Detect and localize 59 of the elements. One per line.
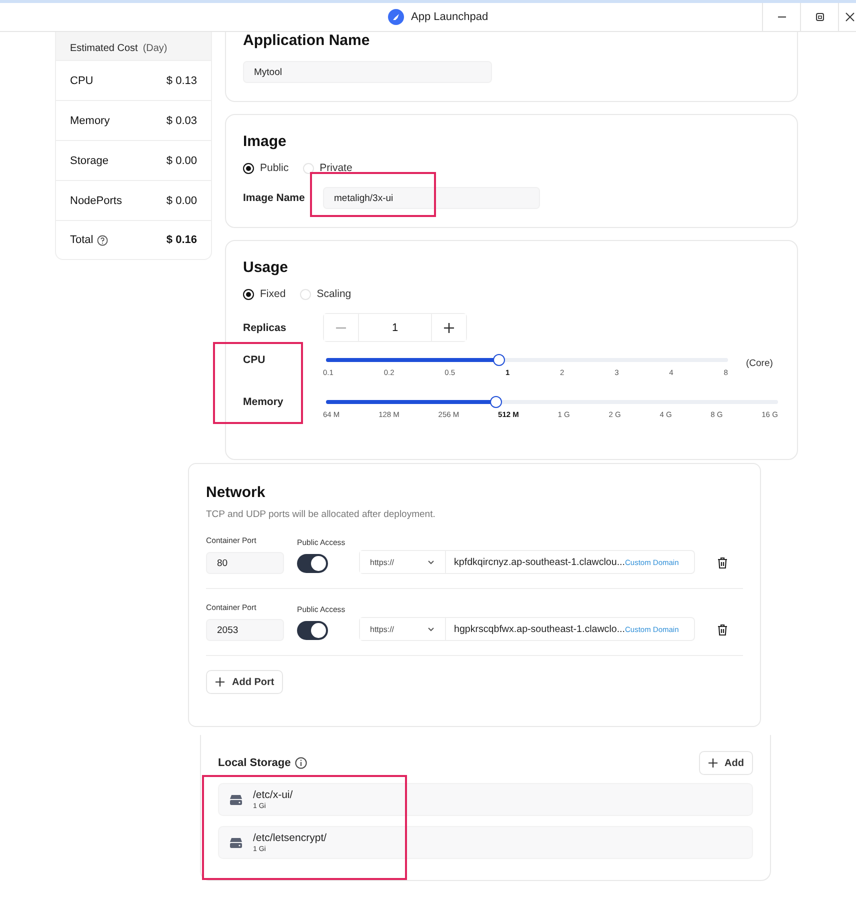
- cost-title: Estimated Cost: [70, 43, 138, 54]
- rocket-logo-icon: [388, 9, 404, 25]
- radio-option[interactable]: Scaling: [300, 288, 352, 300]
- cost-label: Memory: [70, 114, 110, 126]
- section-title: Image: [243, 133, 288, 150]
- trash-icon: [717, 557, 728, 569]
- cost-value: $ 0.00: [166, 154, 197, 166]
- section-title: Network: [206, 484, 266, 501]
- network-note: TCP and UDP ports will be allocated after deployment.: [206, 509, 436, 520]
- radio-option[interactable]: Fixed: [243, 288, 286, 300]
- public-access-toggle[interactable]: [297, 554, 328, 573]
- domain-text: hgpkrscqbfwx.ap-southeast-1.clawclo...: [454, 624, 625, 634]
- cost-unit: (Day): [142, 43, 168, 54]
- section-title: Application Name: [243, 32, 371, 49]
- trash-icon: [717, 624, 728, 636]
- storage-path: /etc/x-ui/: [253, 789, 293, 801]
- image-name-field[interactable]: metaligh/3x-ui: [323, 187, 540, 209]
- cost-value: $ 0.00: [166, 194, 197, 206]
- caret-icon: [427, 625, 435, 633]
- public-access-toggle[interactable]: [297, 621, 328, 640]
- help-icon[interactable]: [97, 234, 108, 246]
- close-button[interactable]: [838, 3, 856, 31]
- close-icon: [845, 12, 855, 22]
- add-button[interactable]: Add: [698, 751, 753, 775]
- add-port-button[interactable]: Add Port: [206, 670, 284, 694]
- slider-label: CPU: [243, 354, 266, 366]
- total-value: $ 0.16: [166, 234, 197, 246]
- unit-label: (Core): [746, 358, 773, 369]
- domain-text: kpfdkqircnyz.ap-southeast-1.clawclou...: [454, 556, 625, 568]
- radio-option[interactable]: Private: [302, 162, 352, 174]
- cost-value: $ 0.13: [166, 74, 197, 86]
- cost-label: CPU: [70, 74, 94, 86]
- drive-icon: [229, 794, 243, 806]
- cost-value: $ 0.03: [166, 114, 197, 126]
- image-name-label: Image Name: [243, 192, 306, 204]
- application-name-field[interactable]: Mytool: [243, 61, 492, 83]
- storage-path: /etc/letsencrypt/: [253, 832, 327, 844]
- radio-option[interactable]: Public: [243, 162, 289, 174]
- container-port-field[interactable]: 80: [206, 552, 284, 574]
- section-title: Usage: [243, 259, 290, 276]
- cost-label: NodePorts: [70, 194, 122, 206]
- drive-icon: [229, 836, 243, 848]
- slider-thumb[interactable]: [490, 396, 502, 408]
- plus-icon: [708, 758, 718, 768]
- plus-icon: [443, 322, 455, 334]
- protocol-dropdown[interactable]: https://: [360, 551, 446, 573]
- caret-icon: [427, 558, 435, 566]
- replicas-label: Replicas: [243, 322, 288, 334]
- cost-label: Storage: [70, 154, 109, 166]
- window-title: App Launchpad: [411, 11, 488, 23]
- info-icon[interactable]: [294, 757, 307, 769]
- section-title: Local Storage: [218, 757, 291, 769]
- slider-thumb[interactable]: [492, 354, 505, 366]
- container-port-field[interactable]: 2053: [206, 619, 284, 641]
- restore-icon: [814, 12, 824, 22]
- protocol-dropdown[interactable]: https://: [360, 618, 446, 640]
- total-label: Total: [70, 234, 94, 246]
- plus-icon: [215, 677, 225, 687]
- slider-label: Memory: [243, 396, 284, 408]
